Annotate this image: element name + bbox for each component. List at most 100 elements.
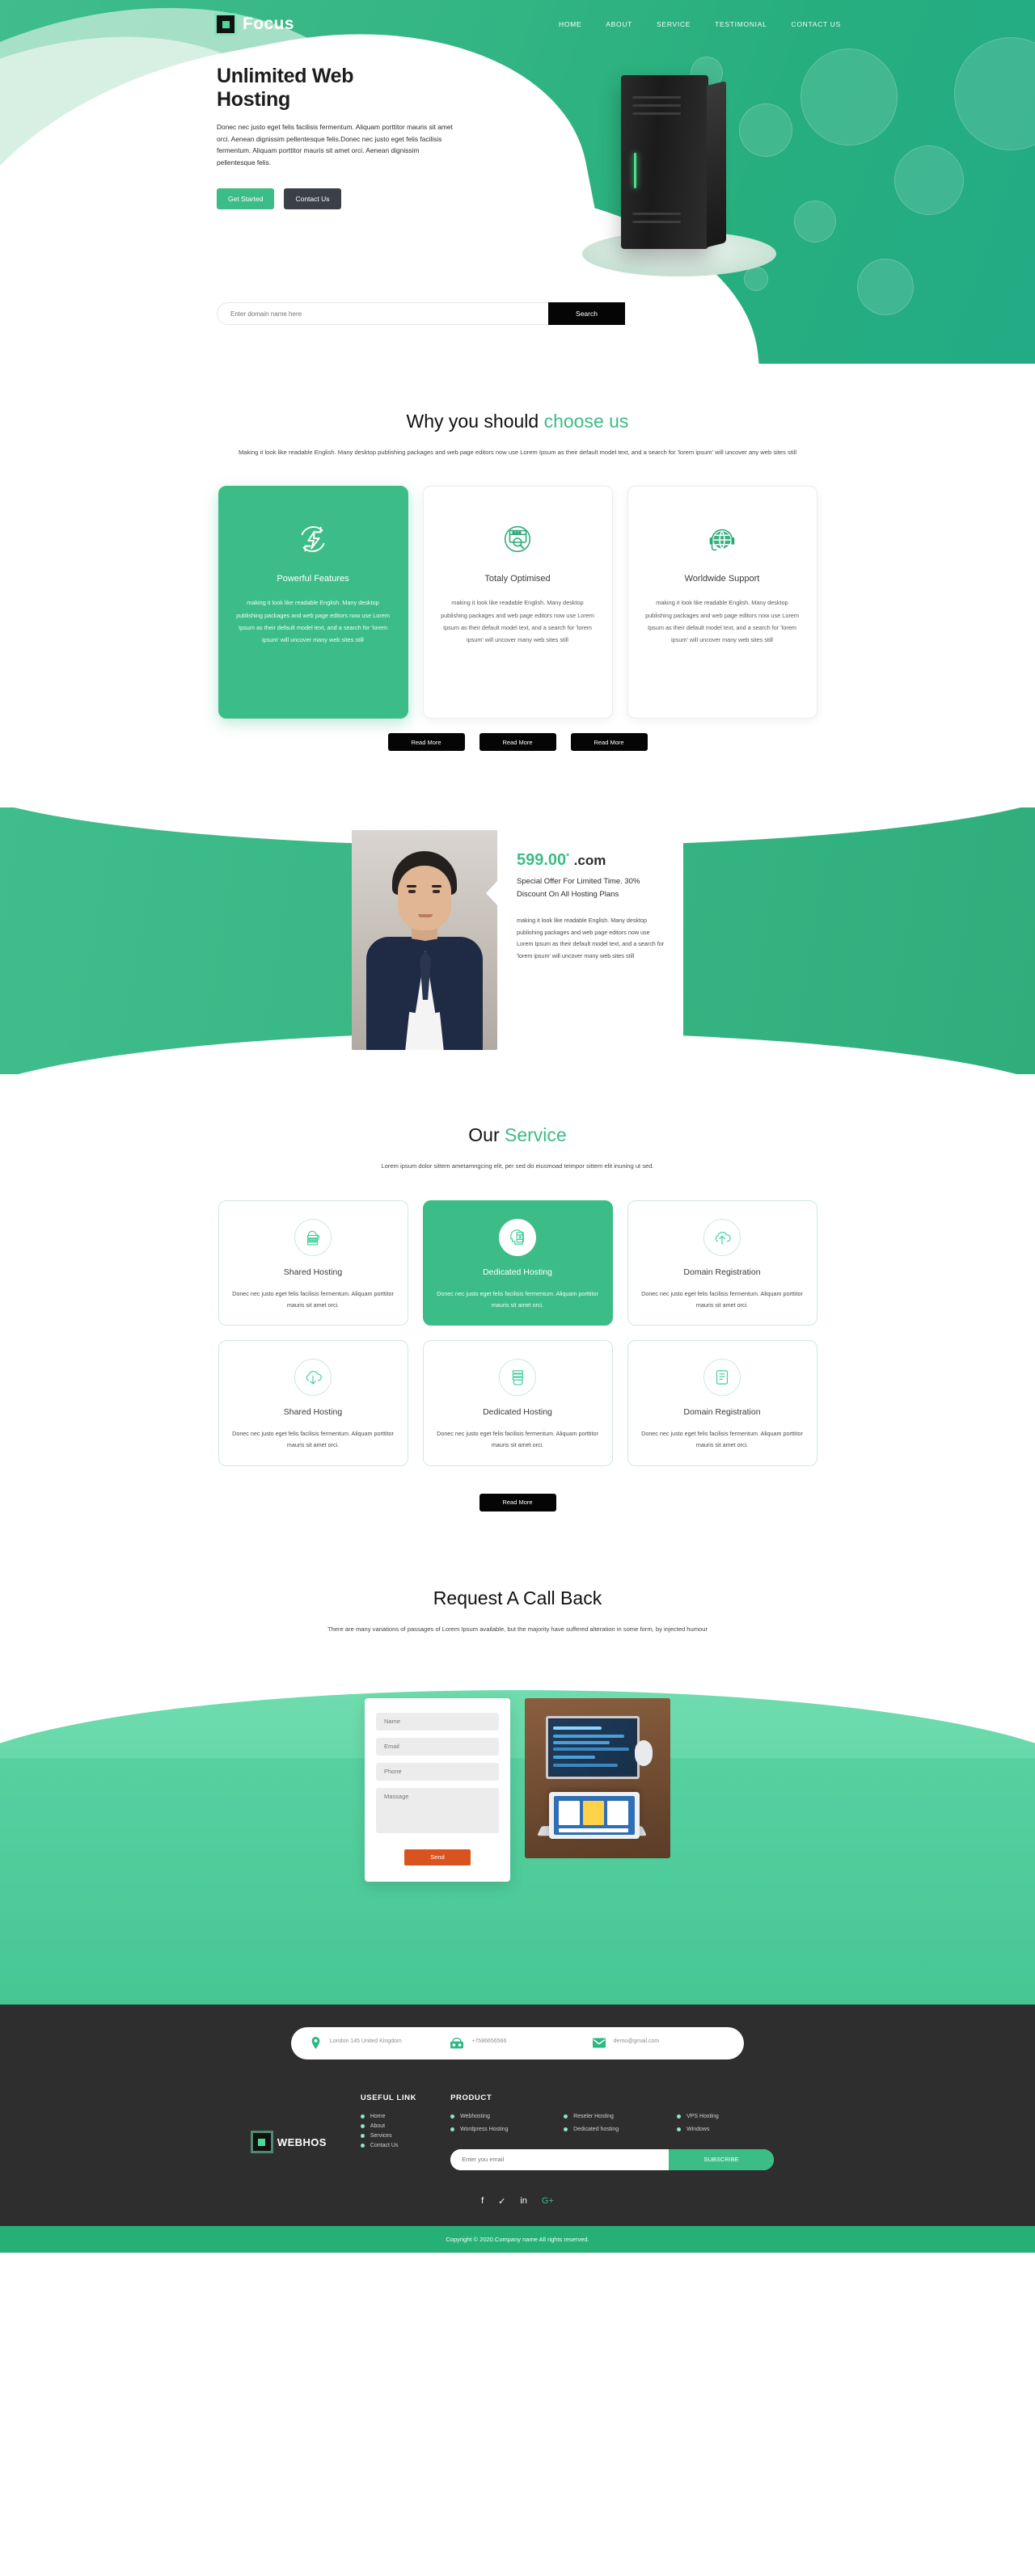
service-card-title: Shared Hosting — [283, 1407, 343, 1418]
tablet-device — [549, 1791, 640, 1839]
list-item[interactable]: Webhosting — [450, 2114, 556, 2119]
useful-link[interactable]: About — [370, 2123, 385, 2129]
social-links: f ✓ in G+ — [0, 2170, 1035, 2226]
service-card-shared-hosting[interactable]: Shared Hosting Donec nec justo eget feli… — [218, 1199, 408, 1326]
why-card-title: Totaly Optimised — [484, 574, 551, 584]
service-card-dedicated-hosting[interactable]: Dedicated Hosting Donec nec justo eget f… — [422, 1199, 613, 1326]
list-item[interactable]: About — [360, 2123, 416, 2129]
service-card-text: Donec nec justo eget felis facilisis fer… — [232, 1430, 394, 1448]
domain-search-input[interactable] — [217, 302, 548, 325]
service-card-domain-registration-2[interactable]: Domain Registration Donec nec justo eget… — [627, 1340, 817, 1466]
cloud-server-icon — [294, 1218, 332, 1256]
read-more-button[interactable]: Read More — [479, 733, 556, 752]
twitter-icon[interactable]: ✓ — [498, 2196, 505, 2207]
facebook-icon[interactable]: f — [481, 2196, 484, 2207]
list-item[interactable]: Home — [360, 2114, 416, 2119]
bullet-icon — [360, 2133, 365, 2138]
contact-email: demo@gmail.com — [592, 2037, 726, 2050]
google-plus-icon[interactable]: G+ — [542, 2196, 554, 2207]
phone-input[interactable] — [376, 1762, 499, 1781]
service-card-text: Donec nec justo eget felis facilisis fer… — [641, 1289, 803, 1309]
list-item[interactable]: Dedicated hosting — [564, 2127, 669, 2132]
bullet-icon — [450, 2127, 455, 2131]
why-card-text: making it look like readable English. Ma… — [645, 599, 799, 644]
site-logo[interactable]: Focus — [217, 15, 294, 34]
copyright-bar: Copyright © 2020.Company name All rights… — [0, 2225, 1035, 2253]
get-started-button[interactable]: Get Started — [217, 188, 275, 209]
power-refresh-icon — [235, 509, 391, 569]
bubble-decor-icon — [894, 145, 964, 215]
service-card-title: Shared Hosting — [283, 1267, 343, 1277]
bullet-icon — [564, 2127, 568, 2131]
product-link[interactable]: Windows — [686, 2127, 709, 2132]
service-read-more-button[interactable]: Read More — [479, 1493, 556, 1511]
offer-headline: Special Offer For Limited Time. 30% Disc… — [517, 877, 640, 899]
nav-item-service[interactable]: SERVICE — [657, 20, 691, 28]
footer-logo[interactable]: WEBHOS — [252, 2093, 327, 2170]
product-link[interactable]: Dedicated hosting — [573, 2127, 619, 2132]
list-item[interactable]: Services — [360, 2133, 416, 2139]
useful-link[interactable]: Services — [370, 2133, 392, 2139]
newsletter-email-input[interactable] — [450, 2148, 670, 2170]
product-list: Webhosting Reseler Hosting VPS Hosting W… — [450, 2114, 782, 2136]
send-button[interactable]: Send — [404, 1849, 471, 1866]
useful-link[interactable]: Home — [370, 2114, 386, 2119]
why-card-totaly-optimised[interactable]: Totaly Optimised making it look like rea… — [422, 486, 613, 719]
bullet-icon — [360, 2143, 365, 2148]
page-root: Focus HOME ABOUT SERVICE TESTIMONIAL CON… — [0, 0, 1035, 2253]
contact-inner: Send — [0, 1697, 1035, 1882]
list-item[interactable]: Wordpress Hosting — [450, 2127, 556, 2132]
service-card-shared-hosting-2[interactable]: Shared Hosting Donec nec justo eget feli… — [218, 1340, 408, 1466]
server-cloud-icon — [499, 1359, 536, 1397]
service-title-accent: Service — [505, 1124, 567, 1146]
useful-link[interactable]: Contact Us — [370, 2143, 399, 2148]
list-item[interactable]: Contact Us — [360, 2143, 416, 2148]
useful-link-title: USEFUL LINK — [360, 2093, 417, 2102]
why-cards: Powerful Features making it look like re… — [0, 486, 1035, 719]
head-server-icon — [499, 1218, 536, 1256]
bullet-icon — [360, 2123, 365, 2128]
contact-address-text: London 145 United Kingdom — [330, 2038, 402, 2044]
service-card-text: Donec nec justo eget felis facilisis fer… — [232, 1289, 394, 1309]
why-card-powerful-features[interactable]: Powerful Features making it look like re… — [218, 486, 408, 719]
list-item[interactable]: Reseler Hosting — [564, 2114, 669, 2119]
why-card-worldwide-support[interactable]: Worldwide Support making it look like re… — [627, 486, 817, 719]
contact-us-button[interactable]: Contact Us — [284, 188, 341, 209]
product-link[interactable]: Reseler Hosting — [573, 2114, 614, 2119]
footer-useful-links: USEFUL LINK Home About Services Contact … — [360, 2093, 417, 2170]
service-card-domain-registration[interactable]: Domain Registration Donec nec justo eget… — [627, 1199, 817, 1326]
read-more-button[interactable]: Read More — [570, 733, 648, 752]
bubble-decor-icon — [801, 48, 898, 145]
service-title-plain: Our — [468, 1124, 505, 1146]
linkedin-icon[interactable]: in — [520, 2196, 527, 2207]
offer-price: 599.00* .com — [517, 851, 667, 870]
newsletter-row: SUBSCRIBE — [450, 2148, 775, 2170]
name-input[interactable] — [376, 1712, 499, 1731]
nav-item-contact-us[interactable]: CONTACT US — [792, 20, 841, 28]
message-textarea[interactable] — [376, 1787, 499, 1833]
subscribe-button[interactable]: SUBSCRIBE — [669, 2148, 775, 2170]
location-pin-icon — [309, 2037, 322, 2050]
cloud-download-icon — [294, 1359, 332, 1397]
footer-product-section: PRODUCT Webhosting Reseler Hosting VPS H… — [450, 2093, 782, 2170]
list-item[interactable]: Windows — [677, 2127, 782, 2132]
list-item[interactable]: VPS Hosting — [677, 2114, 782, 2119]
site-footer: London 145 United Kingdom +7586656566 de… — [0, 2004, 1035, 2253]
cloud-upload-icon — [703, 1218, 741, 1256]
service-card-title: Domain Registration — [683, 1267, 761, 1277]
browser-search-icon — [440, 509, 596, 569]
product-link[interactable]: VPS Hosting — [686, 2114, 719, 2119]
read-more-button[interactable]: Read More — [387, 733, 465, 752]
domain-search-button[interactable]: Search — [548, 302, 625, 325]
why-choose-us-section: Why you should choose us Making it look … — [0, 364, 1035, 800]
service-card-dedicated-hosting-2[interactable]: Dedicated Hosting Donec nec justo eget f… — [422, 1340, 613, 1466]
service-card-title: Domain Registration — [683, 1407, 761, 1418]
product-link[interactable]: Webhosting — [460, 2114, 490, 2119]
hero-buttons: Get Started Contact Us — [217, 188, 420, 209]
nav-item-home[interactable]: HOME — [559, 20, 581, 28]
product-link[interactable]: Wordpress Hosting — [460, 2127, 508, 2132]
footer-columns: WEBHOS USEFUL LINK Home About Services C… — [0, 2060, 1035, 2170]
email-input[interactable] — [376, 1737, 499, 1756]
nav-item-about[interactable]: ABOUT — [606, 20, 632, 28]
nav-item-testimonial[interactable]: TESTIMONIAL — [715, 20, 767, 28]
